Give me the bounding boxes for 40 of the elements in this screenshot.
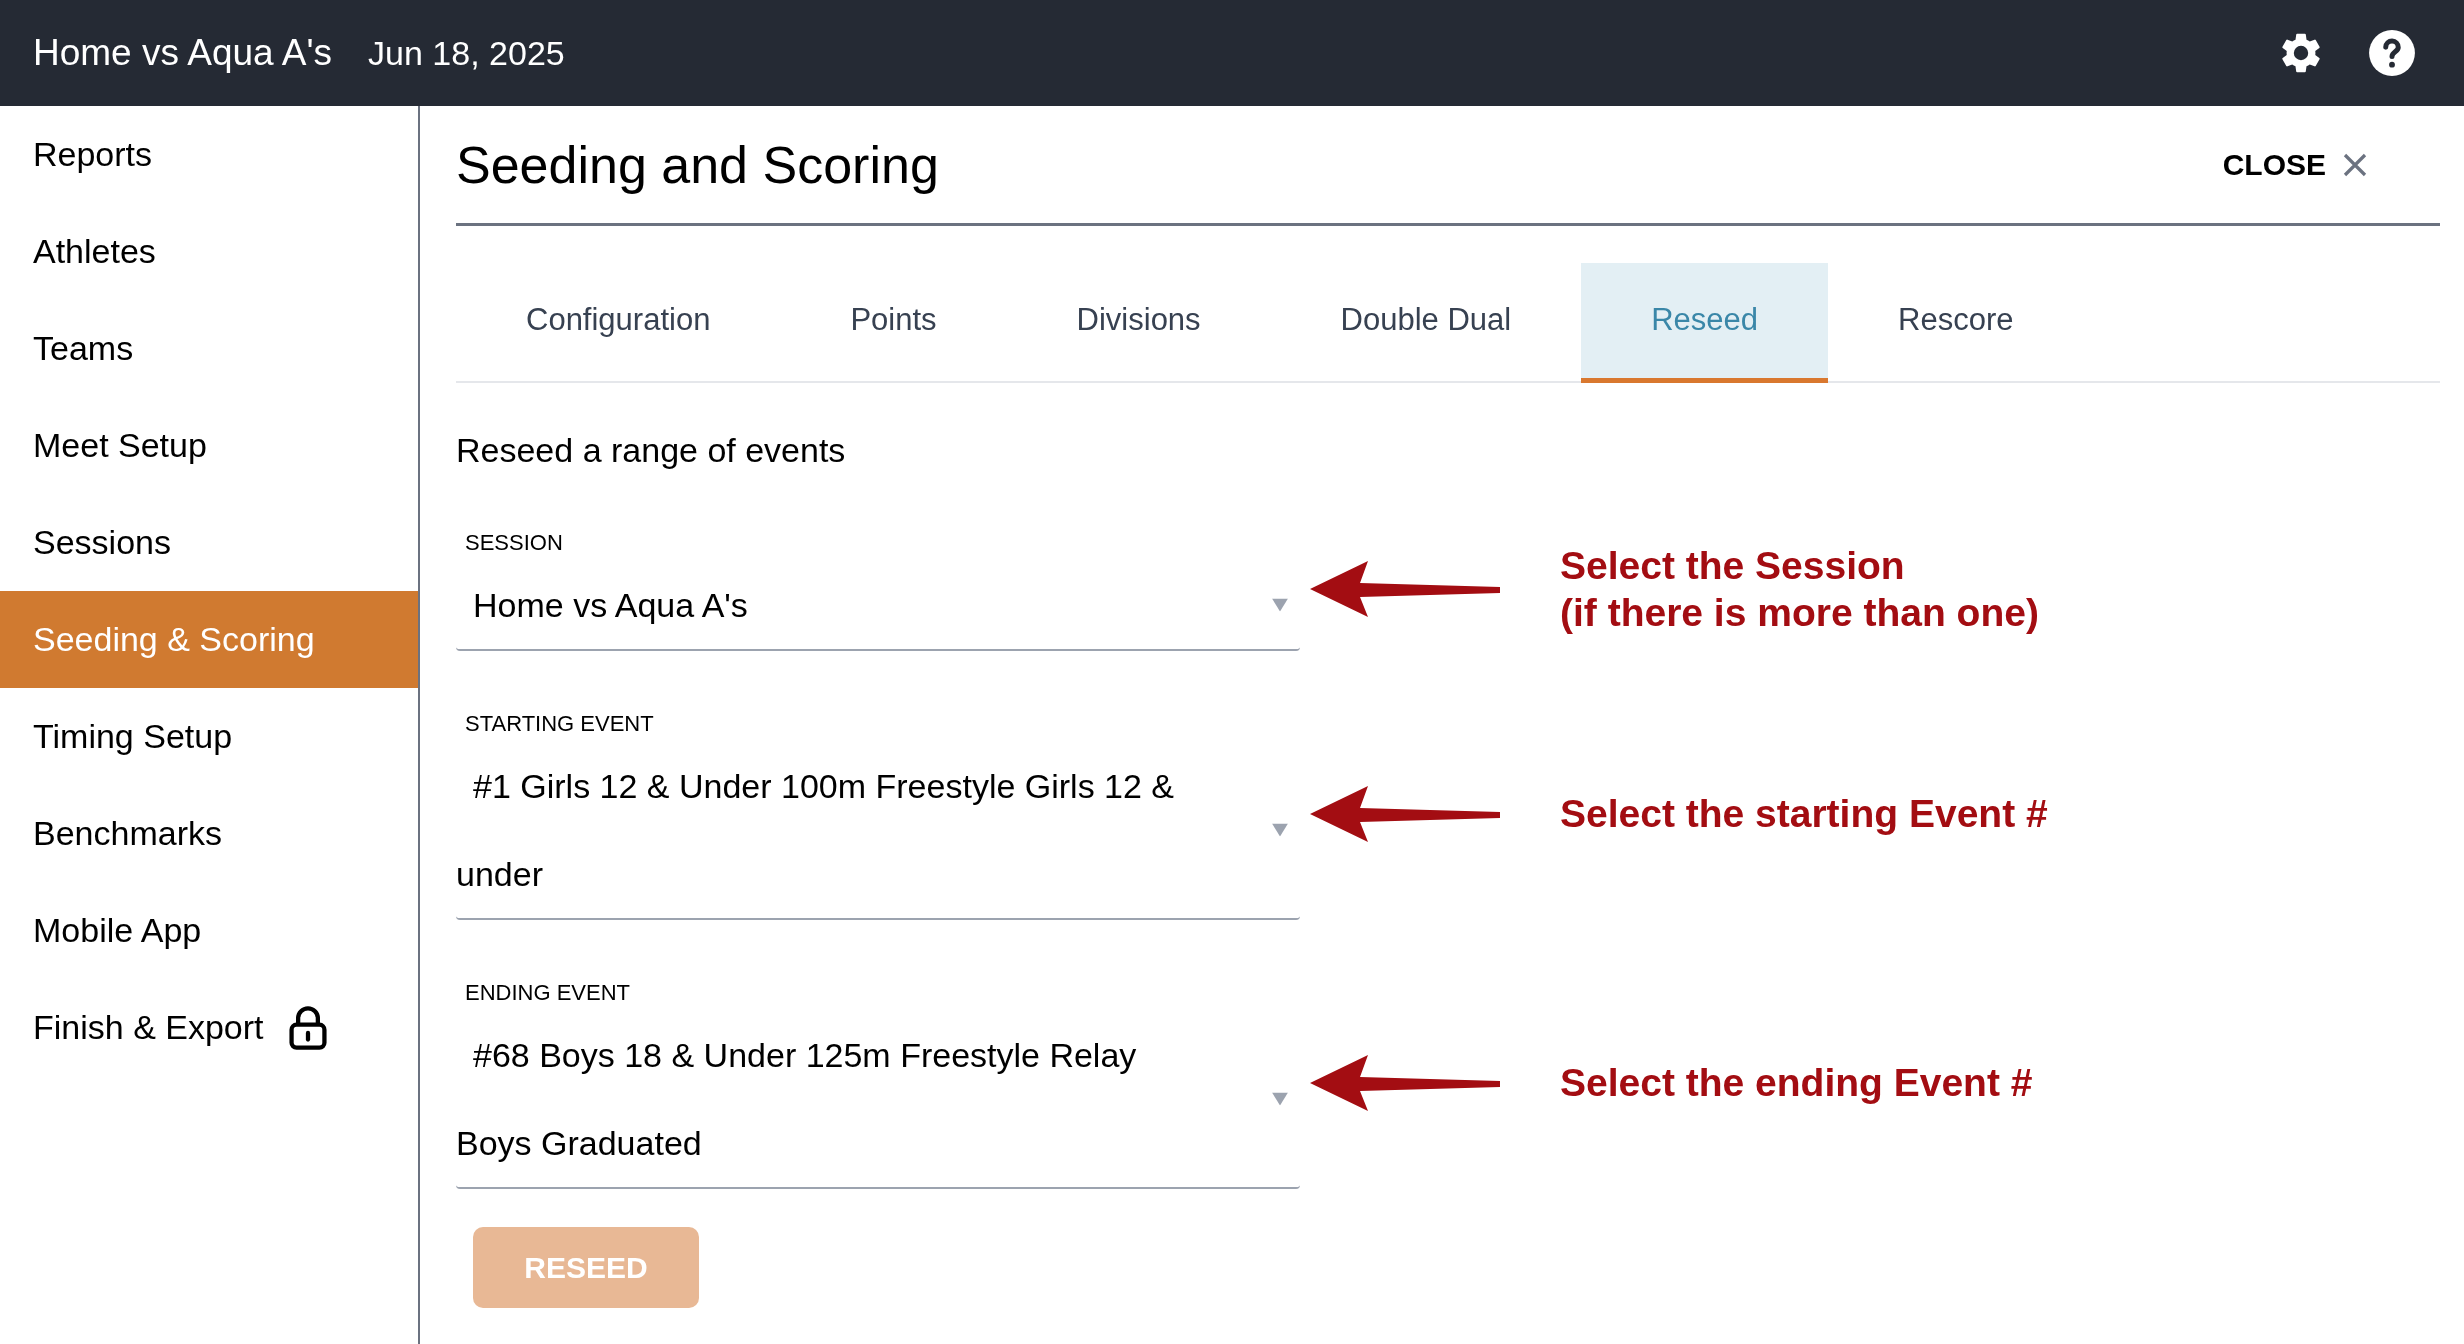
- field-label: SESSION: [464, 529, 564, 557]
- caret-icon: [1272, 823, 1288, 837]
- annotation-text: (if there is more than one): [1560, 589, 2039, 636]
- arrow-icon: [1310, 1052, 1500, 1113]
- tab[interactable]: Configuration: [456, 263, 781, 383]
- tab[interactable]: Points: [780, 263, 1007, 383]
- close-button[interactable]: CLOSE: [2222, 142, 2370, 187]
- select-field[interactable]: Home vs Aqua A's: [456, 561, 1300, 651]
- field-label: ENDING EVENT: [464, 979, 632, 1007]
- sidebar-item[interactable]: Athletes: [0, 203, 418, 300]
- sidebar-item[interactable]: Reports: [0, 106, 418, 203]
- tab[interactable]: Divisions: [1006, 263, 1271, 383]
- caret-icon: [1272, 1092, 1288, 1106]
- sidebar-item[interactable]: Benchmarks: [0, 785, 418, 882]
- section-heading: Reseed a range of events: [456, 430, 847, 471]
- sidebar-item[interactable]: Finish & Export: [0, 979, 418, 1076]
- sidebar-item[interactable]: Mobile App: [0, 882, 418, 979]
- select-field[interactable]: #68 Boys 18 & Under 125m Freestyle Relay Boys Graduated: [456, 1011, 1300, 1189]
- select-field[interactable]: #1 Girls 12 & Under 100m Freestyle Girls 12 & under: [456, 742, 1300, 920]
- sidebar-item[interactable]: Timing Setup: [0, 688, 418, 785]
- meet-title: Home vs Aqua A's: [33, 31, 333, 76]
- help-icon[interactable]: [2367, 28, 2417, 78]
- tab[interactable]: Rescore: [1828, 263, 2084, 383]
- field-label: STARTING EVENT: [464, 710, 655, 738]
- select-value: #68 Boys 18 & Under 125m Freestyle Relay Boys Graduated: [456, 1035, 1138, 1164]
- tab[interactable]: Double Dual: [1270, 263, 1582, 383]
- select-value: #1 Girls 12 & Under 100m Freestyle Girls 12 & under: [456, 766, 1176, 895]
- meet-date: Jun 18, 2025: [368, 32, 565, 74]
- arrow-icon: [1310, 783, 1500, 844]
- sidebar-item[interactable]: Sessions: [0, 494, 418, 591]
- select-value: Home vs Aqua A's: [472, 585, 749, 626]
- annotation-text: Select the starting Event #: [1560, 791, 2048, 837]
- caret-icon: [1272, 598, 1288, 612]
- annotation-text: Select the Session: [1560, 542, 1906, 589]
- sidebar-item[interactable]: Teams: [0, 300, 418, 397]
- arrow-icon: [1310, 558, 1500, 619]
- annotation-text: Select the ending Event #: [1560, 1060, 2033, 1106]
- sidebar-item[interactable]: Meet Setup: [0, 397, 418, 494]
- lock-icon: [287, 1004, 328, 1051]
- panel-title: Seeding and Scoring: [456, 134, 939, 196]
